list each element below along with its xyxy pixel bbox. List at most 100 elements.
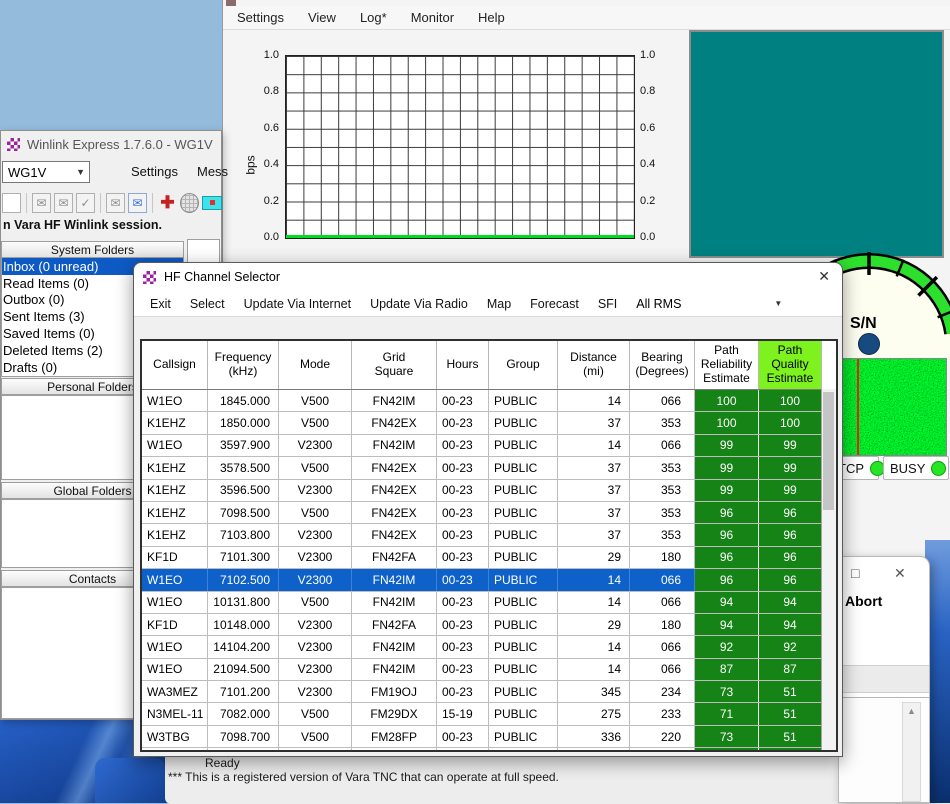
cell-frequency: 7101.300	[208, 547, 279, 568]
column-header-callsign[interactable]: Callsign	[142, 341, 208, 389]
rms-filter-value: All RMS	[636, 297, 681, 311]
cell-path: 99	[759, 435, 822, 456]
table-row[interactable]: W1EO1845.000V500FN42IM00-23PUBLIC1406610…	[142, 390, 836, 412]
column-header-group[interactable]: Group	[489, 341, 558, 389]
cell-bearing: 066	[630, 592, 695, 613]
scrollbar-thumb[interactable]	[823, 392, 834, 510]
close-icon[interactable]: ✕	[894, 565, 906, 582]
vara-menu-help[interactable]: Help	[478, 10, 505, 25]
hf-menu-select[interactable]: Select	[190, 297, 225, 311]
system-folders-header[interactable]: System Folders	[1, 241, 184, 258]
column-header-path[interactable]: Path Reliability Estimate	[695, 341, 759, 389]
reply-all-icon[interactable]: ✉	[54, 193, 73, 213]
table-row[interactable]: N3MEL-117082.000V500FM29DX15-19PUBLIC275…	[142, 703, 836, 725]
session-scrollbar[interactable]: ▲	[902, 702, 921, 802]
winlink-menu-message[interactable]: Mess	[197, 164, 228, 179]
cell-callsign: WA3MEZ	[142, 681, 208, 702]
cell-grid: FN42FA	[352, 614, 437, 635]
abort-button[interactable]: Abort	[845, 593, 882, 609]
reply-icon[interactable]: ✉	[32, 193, 51, 213]
table-row[interactable]: KB3PCY7107.250V500FM29EV00-23PUBLIC27523…	[142, 748, 836, 752]
vara-menu-monitor[interactable]: Monitor	[411, 10, 454, 25]
cell-path: 73	[695, 726, 759, 747]
column-header-bearing[interactable]: Bearing (Degrees)	[630, 341, 695, 389]
session-status-text: n Vara HF Winlink session.	[3, 218, 162, 232]
hf-menu-exit[interactable]: Exit	[150, 297, 171, 311]
column-header-mode[interactable]: Mode	[279, 341, 352, 389]
table-row[interactable]: W1EO3597.900V2300FN42IM00-23PUBLIC140669…	[142, 435, 836, 457]
crosshair-icon[interactable]: ✚	[158, 193, 177, 213]
cell-hours: 00-23	[437, 457, 489, 478]
table-row[interactable]: K1EHZ3578.500V500FN42EX00-23PUBLIC373539…	[142, 457, 836, 479]
cell-grid: FN42EX	[352, 457, 437, 478]
table-row[interactable]: K1EHZ3596.500V2300FN42EX00-23PUBLIC37353…	[142, 480, 836, 502]
vara-menubar: Settings View Log* Monitor Help	[223, 6, 950, 30]
post-icon[interactable]: ✉	[128, 193, 147, 213]
table-row[interactable]: KF1D10148.000V2300FN42FA00-23PUBLIC29180…	[142, 614, 836, 636]
forward-icon[interactable]: ✉	[106, 193, 125, 213]
vara-menu-settings[interactable]: Settings	[237, 10, 284, 25]
maximize-icon[interactable]: □	[851, 565, 859, 581]
capture-icon[interactable]	[202, 196, 222, 210]
hf-menu-sfi[interactable]: SFI	[598, 297, 617, 311]
column-header-path[interactable]: Path Quality Estimate	[759, 341, 822, 389]
close-icon[interactable]: ✕	[818, 268, 830, 285]
callsign-combo[interactable]: WG1V ▼	[2, 161, 90, 183]
table-row[interactable]: WA3MEZ7101.200V2300FM19OJ00-23PUBLIC3452…	[142, 681, 836, 703]
cell-path: 94	[695, 614, 759, 635]
vara-menu-log[interactable]: Log*	[360, 10, 387, 25]
column-header-frequency[interactable]: Frequency (kHz)	[208, 341, 279, 389]
cell-bearing: 353	[630, 412, 695, 433]
column-header-distance[interactable]: Distance (mi)	[558, 341, 630, 389]
cell-grid: FN42IM	[352, 390, 437, 411]
vara-menu-view[interactable]: View	[308, 10, 336, 25]
table-row[interactable]: K1EHZ7103.800V2300FN42EX00-23PUBLIC37353…	[142, 524, 836, 546]
table-row[interactable]: W3TBG7098.700V500FM28FP00-23PUBLIC336220…	[142, 726, 836, 748]
cell-mode: V500	[279, 502, 352, 523]
hf-menu-update-via-internet[interactable]: Update Via Internet	[244, 297, 351, 311]
hf-menu-forecast[interactable]: Forecast	[530, 297, 579, 311]
cell-grid: FN42IM	[352, 435, 437, 456]
cell-mode: V500	[279, 390, 352, 411]
cell-callsign: KB3PCY	[142, 748, 208, 752]
cell-path: 87	[759, 659, 822, 680]
cell-group: PUBLIC	[489, 726, 558, 747]
toolbar-separator	[152, 193, 153, 213]
column-header-grid[interactable]: Grid Square	[352, 341, 437, 389]
table-row[interactable]: KF1D7101.300V2300FN42FA00-23PUBLIC291809…	[142, 547, 836, 569]
cell-distance: 336	[558, 726, 630, 747]
busy-indicator-label: BUSY	[890, 461, 925, 476]
rms-filter-combo[interactable]: All RMS ▼	[636, 294, 788, 314]
cell-bearing: 233	[630, 703, 695, 724]
new-message-icon[interactable]	[2, 193, 21, 213]
table-row[interactable]: W1EO10131.800V500FN42IM00-23PUBLIC140669…	[142, 592, 836, 614]
cell-grid: FN42EX	[352, 524, 437, 545]
table-row[interactable]: W1EO7102.500V2300FN42IM00-23PUBLIC140669…	[142, 569, 836, 591]
table-row[interactable]: W1EO14104.200V2300FN42IM00-23PUBLIC14066…	[142, 636, 836, 658]
cell-group: PUBLIC	[489, 524, 558, 545]
cell-frequency: 1845.000	[208, 390, 279, 411]
hf-menu-map[interactable]: Map	[487, 297, 511, 311]
spectrum-display	[689, 30, 944, 258]
winlink-menu-settings[interactable]: Settings	[131, 164, 178, 179]
cell-hours: 00-23	[437, 547, 489, 568]
accept-icon[interactable]: ✓	[76, 193, 95, 213]
table-row[interactable]: K1EHZ1850.000V500FN42EX00-23PUBLIC373531…	[142, 412, 836, 434]
hf-menu-update-via-radio[interactable]: Update Via Radio	[370, 297, 468, 311]
cell-frequency: 7098.500	[208, 502, 279, 523]
cell-bearing: 066	[630, 390, 695, 411]
column-header-hours[interactable]: Hours	[437, 341, 489, 389]
cell-grid: FN42IM	[352, 659, 437, 680]
scroll-up-icon[interactable]: ▲	[903, 706, 920, 716]
table-row[interactable]: K1EHZ7098.500V500FN42EX00-23PUBLIC373539…	[142, 502, 836, 524]
cell-callsign: W3TBG	[142, 726, 208, 747]
table-row[interactable]: W1EO21094.500V2300FN42IM00-23PUBLIC14066…	[142, 659, 836, 681]
cell-mode: V2300	[279, 569, 352, 590]
channel-table-scrollbar[interactable]	[821, 389, 836, 750]
cell-path: 73	[695, 681, 759, 702]
cell-path: 99	[695, 480, 759, 501]
globe-icon[interactable]	[180, 193, 199, 213]
cell-frequency: 10131.800	[208, 592, 279, 613]
cell-bearing: 353	[630, 524, 695, 545]
cell-bearing: 353	[630, 457, 695, 478]
